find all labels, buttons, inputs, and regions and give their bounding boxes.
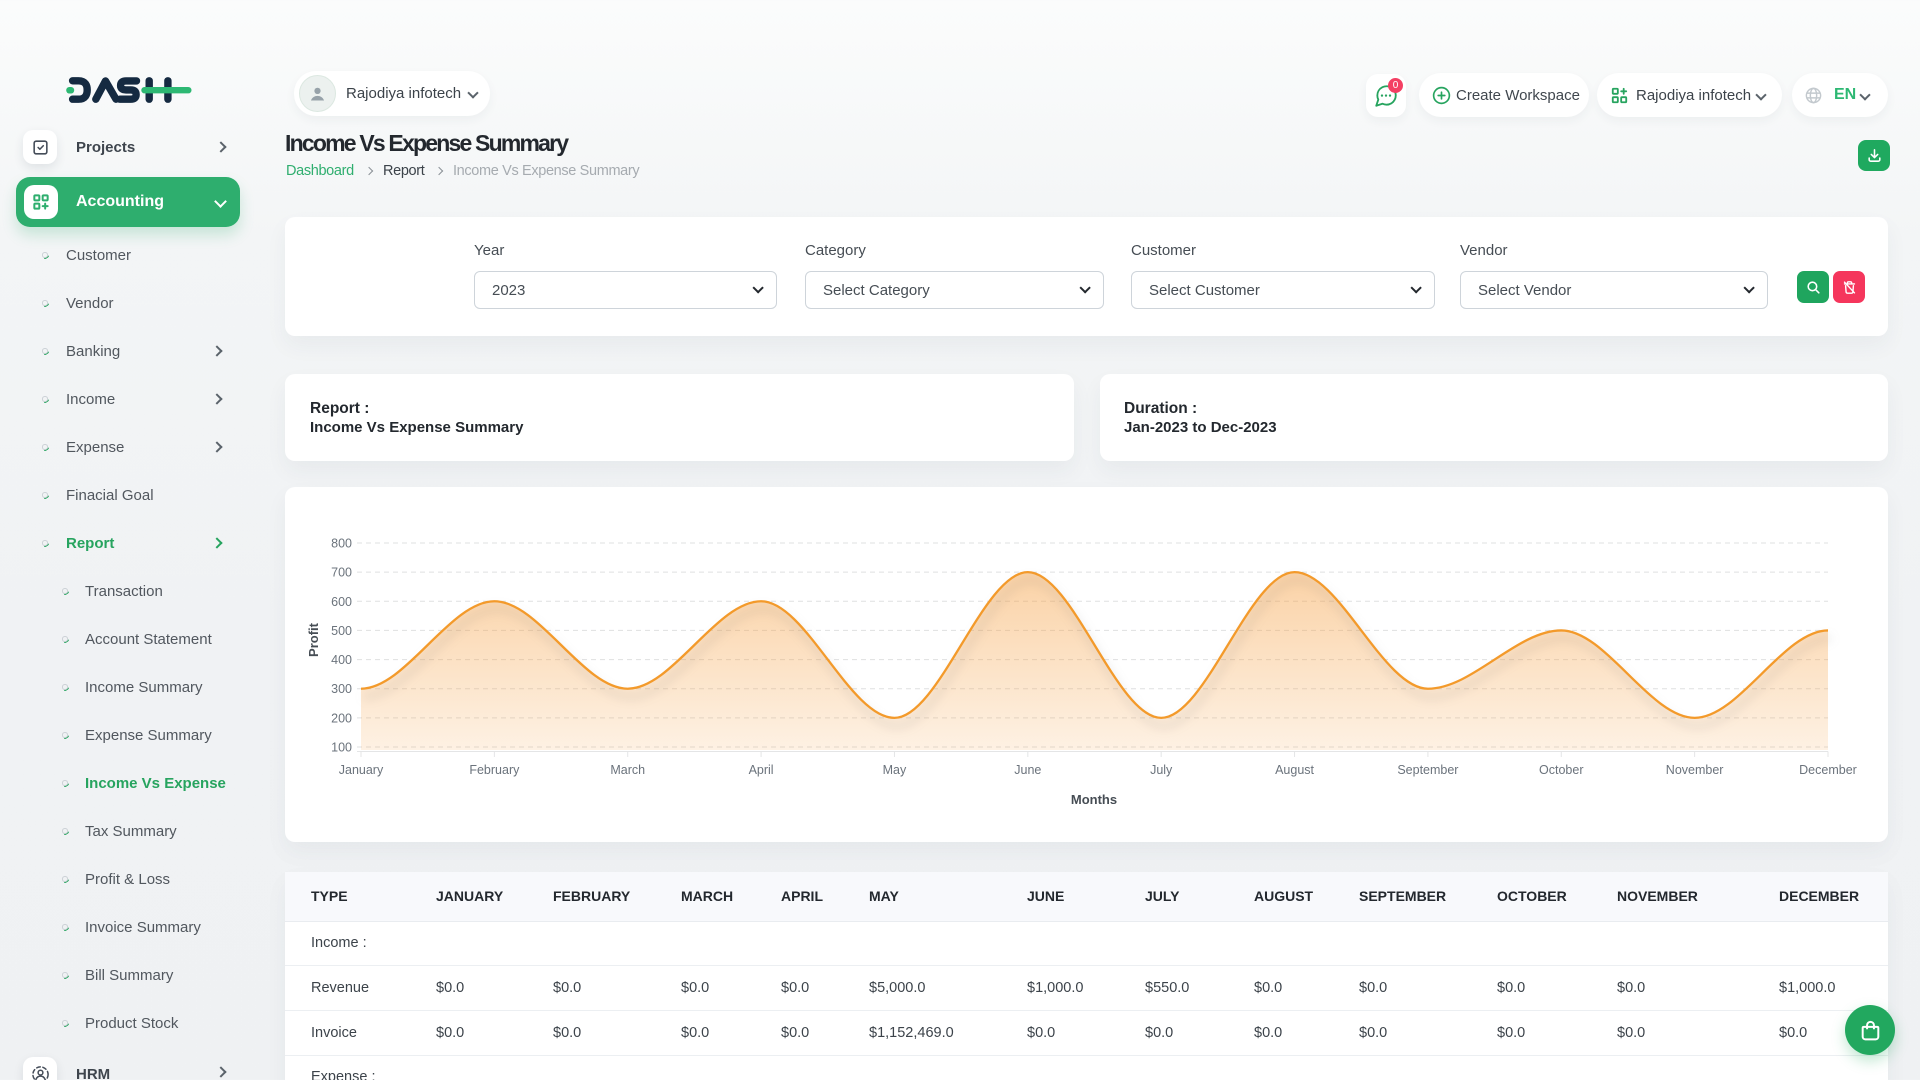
svg-text:500: 500: [331, 624, 352, 638]
svg-text:August: August: [1275, 763, 1314, 777]
svg-text:200: 200: [331, 711, 352, 725]
svg-text:June: June: [1014, 763, 1041, 777]
svg-text:November: November: [1666, 763, 1724, 777]
svg-text:Months: Months: [1071, 792, 1117, 807]
svg-text:July: July: [1150, 763, 1173, 777]
svg-text:December: December: [1799, 763, 1857, 777]
svg-text:May: May: [883, 763, 907, 777]
svg-text:April: April: [749, 763, 774, 777]
svg-text:January: January: [339, 763, 384, 777]
svg-text:700: 700: [331, 566, 352, 580]
svg-text:300: 300: [331, 682, 352, 696]
svg-text:February: February: [469, 763, 520, 777]
svg-text:800: 800: [331, 537, 352, 551]
svg-text:March: March: [610, 763, 645, 777]
svg-text:100: 100: [331, 741, 352, 755]
svg-text:600: 600: [331, 595, 352, 609]
svg-text:400: 400: [331, 653, 352, 667]
svg-text:October: October: [1539, 763, 1583, 777]
svg-text:Profit: Profit: [306, 622, 321, 657]
svg-text:September: September: [1397, 763, 1458, 777]
